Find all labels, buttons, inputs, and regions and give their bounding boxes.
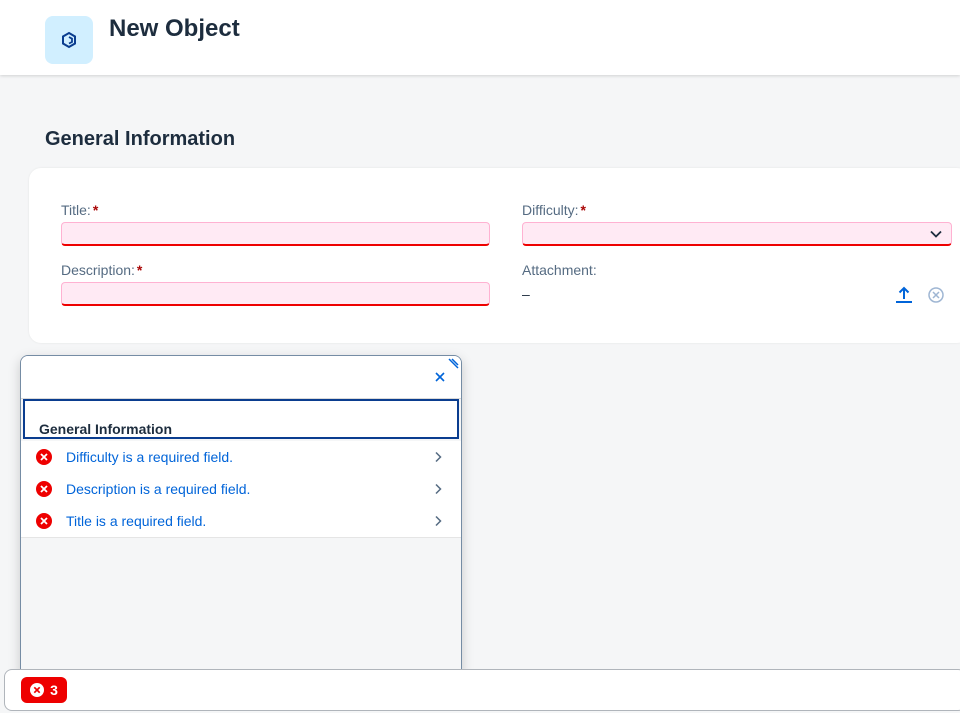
upload-icon (896, 286, 912, 303)
section-title: General Information (45, 128, 236, 150)
message-text: Description is a required field. (66, 481, 251, 497)
description-input[interactable] (61, 282, 490, 306)
message-item-description[interactable]: Description is a required field. (21, 473, 461, 506)
close-icon[interactable] (433, 370, 447, 384)
description-label: Description: * (61, 262, 143, 278)
message-group-title: General Information (39, 421, 173, 437)
error-icon (36, 513, 52, 529)
clear-icon (928, 287, 944, 303)
message-popover: General Information Difficulty is a requ… (20, 355, 462, 677)
message-item-difficulty[interactable]: Difficulty is a required field. (21, 441, 461, 474)
title-input[interactable] (61, 222, 490, 246)
chevron-right-icon (435, 515, 442, 527)
page-title: New Object (109, 15, 240, 42)
object-icon (45, 16, 93, 64)
chevron-down-icon (930, 230, 942, 238)
remove-attachment-button[interactable] (925, 284, 947, 306)
form-card: Title: * Description: * Difficulty: * Attac… (29, 168, 960, 343)
error-icon (36, 481, 52, 497)
message-item-title[interactable]: Title is a required field. (21, 505, 461, 538)
message-group-header[interactable]: General Information (23, 399, 459, 439)
message-popover-button[interactable]: 3 (21, 677, 67, 703)
attachment-value: – (522, 286, 530, 302)
error-count: 3 (50, 682, 58, 698)
error-icon (30, 683, 45, 697)
chevron-right-icon (435, 451, 442, 463)
resize-handle-icon[interactable] (447, 358, 459, 370)
upload-button[interactable] (893, 284, 915, 306)
chevron-right-icon (435, 483, 442, 495)
message-text: Difficulty is a required field. (66, 449, 234, 465)
title-label: Title: * (61, 202, 99, 218)
difficulty-label: Difficulty: * (522, 202, 586, 218)
error-icon (36, 449, 52, 465)
popover-header (21, 356, 461, 399)
attachment-label: Attachment: (522, 262, 597, 278)
difficulty-select[interactable] (522, 222, 952, 246)
footer-toolbar (4, 669, 960, 711)
message-text: Title is a required field. (66, 513, 207, 529)
object-page-header: New Object (0, 0, 960, 75)
